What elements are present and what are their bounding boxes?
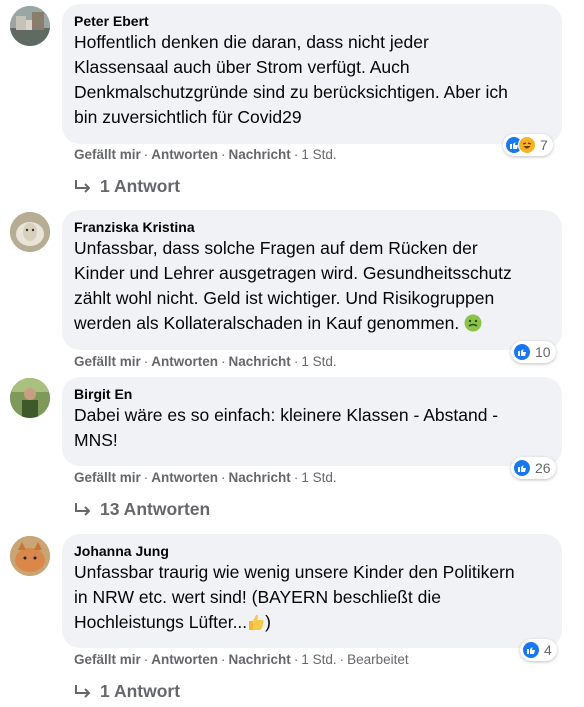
avatar[interactable]: [10, 6, 50, 46]
comment-author[interactable]: Peter Ebert: [74, 12, 550, 30]
edited-label[interactable]: Bearbeitet: [347, 652, 409, 667]
comment-author[interactable]: Johanna Jung: [74, 542, 550, 560]
comment-actions: Gefällt mir · Antworten · Nachricht · 1 Std.: [74, 354, 337, 369]
comment-bubble: Birgit En Dabei wäre es so einfach: klei…: [62, 377, 562, 466]
comment-actions: Gefällt mir · Antworten · Nachricht · 1 Std.: [74, 470, 337, 485]
comment-text: Unfassbar, dass solche Fragen auf dem Rü…: [74, 236, 550, 339]
comment-timestamp[interactable]: 1 Std.: [301, 354, 336, 369]
comment-author[interactable]: Birgit En: [74, 385, 550, 403]
avatar[interactable]: [10, 536, 50, 576]
view-replies-link[interactable]: 1 Antwort: [74, 681, 180, 702]
haha-icon: [518, 136, 536, 154]
reaction-summary[interactable]: 26: [511, 457, 556, 479]
message-button[interactable]: Nachricht: [229, 652, 291, 667]
like-button[interactable]: Gefällt mir: [74, 147, 141, 162]
reaction-summary[interactable]: 4: [520, 639, 557, 661]
message-button[interactable]: Nachricht: [229, 147, 291, 162]
replies-label[interactable]: 13 Antworten: [100, 499, 210, 520]
comment-timestamp[interactable]: 1 Std.: [301, 652, 336, 667]
like-button[interactable]: Gefällt mir: [74, 470, 141, 485]
comment-text-end: ): [265, 612, 271, 632]
comment-timestamp[interactable]: 1 Std.: [301, 470, 336, 485]
comment-author[interactable]: Franziska Kristina: [74, 218, 550, 236]
nauseated-face-emoji: [464, 314, 482, 339]
view-replies-link[interactable]: 13 Antworten: [74, 499, 210, 520]
reply-arrow-icon: [75, 179, 91, 193]
comment-text: Unfassbar traurig wie wenig unsere Kinde…: [74, 560, 550, 638]
replies-label[interactable]: 1 Antwort: [100, 681, 180, 702]
like-icon: [513, 459, 531, 477]
comment-timestamp[interactable]: 1 Std.: [301, 147, 336, 162]
comment-text: Hoffentlich denken die daran, dass nicht…: [74, 32, 508, 127]
avatar[interactable]: [10, 378, 50, 418]
message-button[interactable]: Nachricht: [229, 470, 291, 485]
comment-bubble: Johanna Jung Unfassbar traurig wie wenig…: [62, 534, 562, 648]
replies-label[interactable]: 1 Antwort: [100, 176, 180, 197]
comment-actions: Gefällt mir · Antworten · Nachricht · 1 Std. · B…: [74, 652, 409, 667]
reaction-count: 26: [535, 460, 551, 476]
comment-bubble: Peter Ebert Hoffentlich denken die daran…: [62, 4, 562, 144]
reply-button[interactable]: Antworten: [151, 354, 218, 369]
reply-arrow-icon: [75, 684, 91, 698]
like-icon: [513, 343, 531, 361]
comment-bubble: Franziska Kristina Unfassbar, dass solch…: [62, 210, 562, 350]
comment-text-body: Unfassbar traurig wie wenig unsere Kinde…: [74, 562, 515, 632]
avatar[interactable]: [10, 212, 50, 252]
reaction-count: 10: [535, 344, 551, 360]
reaction-summary[interactable]: 7: [503, 134, 553, 156]
like-icon: [522, 641, 540, 659]
reply-button[interactable]: Antworten: [151, 147, 218, 162]
reaction-count: 7: [540, 137, 548, 153]
reaction-count: 4: [544, 642, 552, 658]
comment-text: Dabei wäre es so einfach: kleinere Klass…: [74, 405, 499, 450]
like-button[interactable]: Gefällt mir: [74, 652, 141, 667]
view-replies-link[interactable]: 1 Antwort: [74, 176, 180, 197]
reply-button[interactable]: Antworten: [151, 652, 218, 667]
reply-button[interactable]: Antworten: [151, 470, 218, 485]
reply-arrow-icon: [75, 502, 91, 516]
comment-text-body: Unfassbar, dass solche Fragen auf dem Rü…: [74, 238, 512, 333]
like-button[interactable]: Gefällt mir: [74, 354, 141, 369]
thumbs-up-emoji: [247, 613, 265, 638]
comment-actions: Gefällt mir · Antworten · Nachricht · 1 Std.: [74, 147, 337, 162]
reaction-summary[interactable]: 10: [511, 341, 556, 363]
message-button[interactable]: Nachricht: [229, 354, 291, 369]
